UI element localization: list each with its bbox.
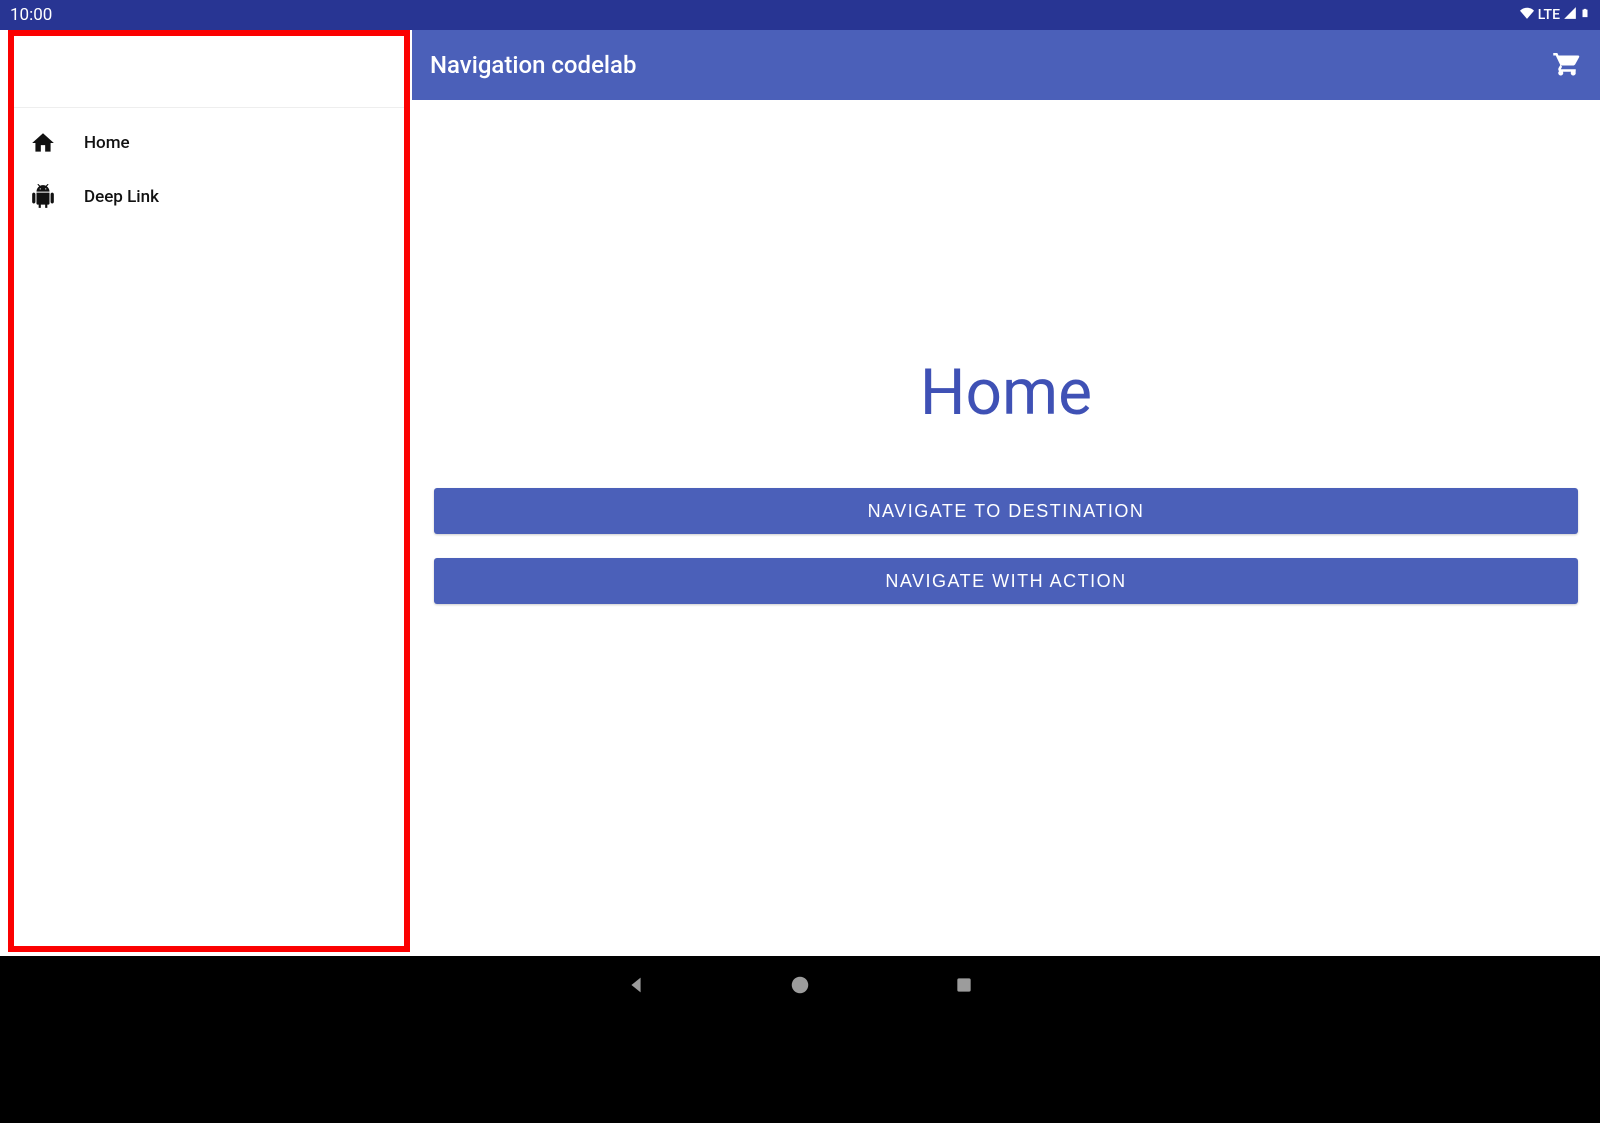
cell-signal-icon (1562, 6, 1578, 24)
navigate-to-destination-button[interactable]: NAVIGATE TO DESTINATION (434, 488, 1578, 534)
main-content: Home NAVIGATE TO DESTINATION NAVIGATE WI… (412, 100, 1600, 956)
drawer-item-label: Home (84, 133, 130, 153)
status-clock: 10:00 (10, 5, 52, 25)
home-button[interactable] (788, 973, 812, 997)
drawer-item-label: Deep Link (84, 187, 159, 207)
back-button[interactable] (624, 973, 648, 997)
navigation-drawer: Home Deep Link (8, 30, 410, 952)
recents-button[interactable] (952, 973, 976, 997)
app-bar: Navigation codelab (412, 30, 1600, 100)
drawer-header (14, 36, 404, 108)
android-icon (30, 184, 56, 210)
status-right-cluster: LTE (1518, 5, 1590, 25)
wifi-icon (1518, 6, 1536, 24)
status-bar: 10:00 LTE (0, 0, 1600, 30)
system-nav-bar (0, 956, 1600, 1014)
page-title: Home (920, 355, 1092, 430)
battery-icon (1580, 5, 1590, 25)
drawer-item-home[interactable]: Home (14, 116, 404, 170)
navigate-with-action-button[interactable]: NAVIGATE WITH ACTION (434, 558, 1578, 604)
network-label: LTE (1538, 7, 1560, 23)
shopping-cart-icon[interactable] (1552, 48, 1582, 82)
home-icon (30, 130, 56, 156)
app-title: Navigation codelab (430, 51, 636, 79)
drawer-item-deep-link[interactable]: Deep Link (14, 170, 404, 224)
